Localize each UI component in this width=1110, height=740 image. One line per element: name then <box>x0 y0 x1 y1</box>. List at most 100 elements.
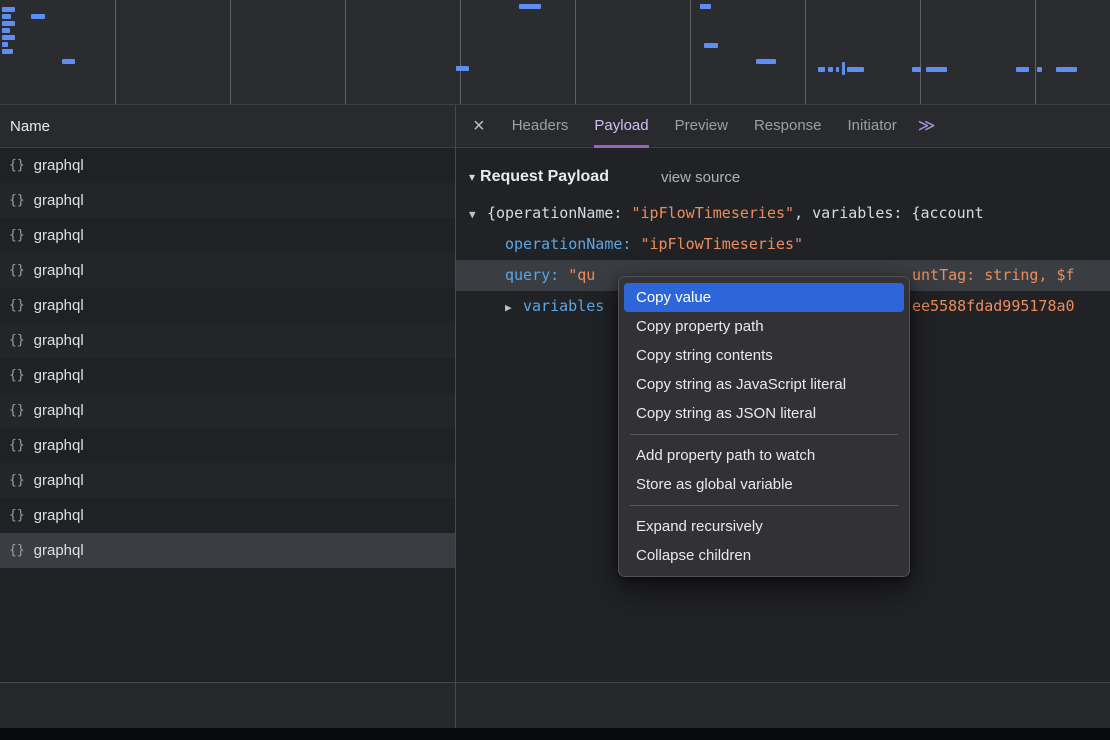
network-request-row[interactable]: {} graphql <box>0 183 455 218</box>
timeline-gridline <box>460 0 461 104</box>
timeline-request-bar <box>2 7 15 12</box>
json-icon: {} <box>9 333 25 348</box>
timeline-request-bar <box>828 67 833 72</box>
timeline-request-bar <box>2 42 8 47</box>
network-request-row[interactable]: {} graphql <box>0 323 455 358</box>
json-icon: {} <box>9 473 25 488</box>
network-overview-timeline[interactable] <box>0 0 1110 105</box>
request-name: graphql <box>34 437 84 454</box>
property-value-right: untTag: string, $f <box>912 260 1075 291</box>
details-tab-bar: × Headers Payload Preview Response Initi… <box>455 105 1110 148</box>
payload-root-row[interactable]: ▼{operationName: "ipFlowTimeseries", var… <box>455 198 1110 229</box>
network-request-row[interactable]: {}graphql <box>0 498 455 533</box>
request-name: graphql <box>34 192 84 209</box>
menu-item-copy-value[interactable]: Copy value <box>624 283 904 312</box>
timeline-request-bar <box>2 49 13 54</box>
json-icon: {} <box>9 368 25 383</box>
json-icon: {} <box>9 193 25 208</box>
menu-separator <box>630 505 898 506</box>
view-source-link[interactable]: view source <box>661 169 740 186</box>
timeline-request-bar <box>700 4 711 9</box>
request-payload-section-header: ▾ Request Payload view source <box>455 148 1110 192</box>
timeline-request-bar <box>519 4 541 9</box>
timeline-request-bar <box>847 67 864 72</box>
devtools-window: Name {}graphql{}graphql{}graphql{}graphq… <box>0 0 1110 740</box>
timeline-request-bar <box>456 66 469 71</box>
network-request-row[interactable]: {} graphql <box>0 533 455 568</box>
timeline-request-bar <box>1016 67 1029 72</box>
network-request-row[interactable]: {} graphql <box>0 148 455 183</box>
tab-payload[interactable]: Payload <box>594 105 648 148</box>
menu-item-collapse-children[interactable]: Collapse children <box>624 541 904 570</box>
property-key: variables <box>523 297 604 315</box>
panel-divider[interactable] <box>455 105 456 728</box>
timeline-request-bar <box>704 43 718 48</box>
expanded-triangle-icon[interactable]: ▼ <box>469 199 487 230</box>
timeline-request-bar <box>1037 67 1042 72</box>
request-name: graphql <box>34 367 84 384</box>
close-icon[interactable]: × <box>473 115 485 138</box>
property-key: query: <box>505 266 568 284</box>
network-request-row[interactable]: {} graphql <box>0 358 455 393</box>
network-request-row[interactable]: {}graphql <box>0 428 455 463</box>
timeline-request-bar <box>1056 67 1077 72</box>
section-disclosure-triangle-icon[interactable]: ▾ <box>469 170 475 184</box>
request-name: graphql <box>34 472 84 489</box>
json-icon: {} <box>9 543 25 558</box>
operation-name-row[interactable]: operationName: "ipFlowTimeseries" <box>455 229 1110 260</box>
timeline-gridline <box>805 0 806 104</box>
network-request-row[interactable]: {} graphql <box>0 463 455 498</box>
request-name: graphql <box>34 542 84 559</box>
json-icon: {} <box>9 228 25 243</box>
name-column-label: Name <box>10 118 50 135</box>
json-icon: {} <box>9 508 25 523</box>
property-value-left: "qu <box>568 266 595 284</box>
request-name: graphql <box>34 157 84 174</box>
timeline-gridline <box>690 0 691 104</box>
menu-item-copy-string-contents[interactable]: Copy string contents <box>624 341 904 370</box>
network-request-row[interactable]: {}graphql <box>0 288 455 323</box>
tab-response[interactable]: Response <box>754 105 822 148</box>
network-request-row[interactable]: {}graphql <box>0 218 455 253</box>
status-footer <box>0 682 1110 728</box>
tab-initiator[interactable]: Initiator <box>848 105 897 148</box>
request-payload-title: Request Payload <box>480 168 609 186</box>
page-bottom-bar <box>0 728 1110 740</box>
root-preview-pre: {operationName: <box>487 204 632 222</box>
menu-item-store-as-global-variable[interactable]: Store as global variable <box>624 470 904 499</box>
timeline-request-bar <box>912 67 921 72</box>
context-menu: Copy valueCopy property pathCopy string … <box>618 276 910 577</box>
menu-item-copy-property-path[interactable]: Copy property path <box>624 312 904 341</box>
menu-item-copy-string-as-javascript-literal[interactable]: Copy string as JavaScript literal <box>624 370 904 399</box>
timeline-gridline <box>115 0 116 104</box>
timeline-gridline <box>575 0 576 104</box>
property-value-right: ee5588fdad995178a0 <box>912 291 1075 322</box>
collapsed-triangle-icon[interactable]: ▶ <box>505 292 523 323</box>
timeline-request-bar <box>926 67 947 72</box>
timeline-gridline <box>920 0 921 104</box>
timeline-gridline <box>345 0 346 104</box>
timeline-request-bar <box>842 62 845 75</box>
timeline-gridline <box>1035 0 1036 104</box>
root-preview-post: , variables: {account <box>794 204 984 222</box>
menu-separator <box>630 434 898 435</box>
menu-item-expand-recursively[interactable]: Expand recursively <box>624 512 904 541</box>
name-column-header[interactable]: Name <box>0 105 455 148</box>
network-request-row[interactable]: {}graphql <box>0 393 455 428</box>
property-key: operationName: <box>505 235 640 253</box>
json-icon: {} <box>9 298 25 313</box>
request-name: graphql <box>34 332 84 349</box>
timeline-request-bar <box>836 67 839 72</box>
more-tabs-icon[interactable]: ≫ <box>918 116 936 136</box>
timeline-request-bar <box>31 14 45 19</box>
tab-preview[interactable]: Preview <box>675 105 728 148</box>
menu-item-add-property-path-to-watch[interactable]: Add property path to watch <box>624 441 904 470</box>
timeline-request-bar <box>2 14 11 19</box>
json-icon: {} <box>9 263 25 278</box>
network-request-row[interactable]: {}graphql <box>0 253 455 288</box>
timeline-request-bar <box>62 59 75 64</box>
json-icon: {} <box>9 158 25 173</box>
menu-item-copy-string-as-json-literal[interactable]: Copy string as JSON literal <box>624 399 904 428</box>
tab-headers[interactable]: Headers <box>512 105 569 148</box>
request-list: {} graphql {} graphql {} graphql {} graphql {} gr… <box>0 148 455 682</box>
